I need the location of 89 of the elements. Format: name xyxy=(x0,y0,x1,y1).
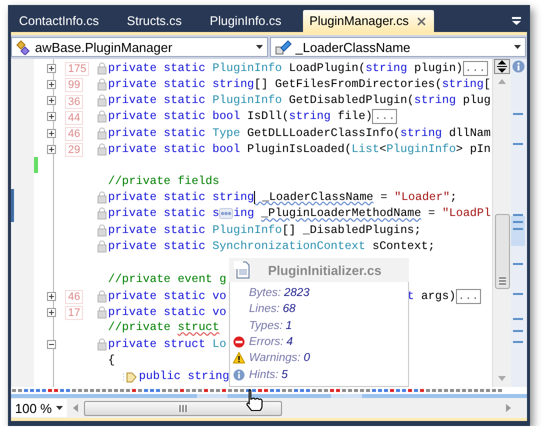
code-line: private static Type GetDLLLoaderClassInfo(string dllNam xyxy=(108,126,491,140)
file-stat: Warnings: 0 xyxy=(249,352,310,364)
code-line: private static string xyxy=(108,191,254,204)
code-line: private static bool PluginIsLoaded(List<PluginInfo> pIn xyxy=(108,142,491,156)
code-line: //private fields xyxy=(108,174,220,188)
expand-icon[interactable] xyxy=(47,80,56,89)
file-stat: Errors: 4 xyxy=(249,336,293,348)
caret-icon xyxy=(256,45,262,49)
collapsed-code-button[interactable]: ... xyxy=(456,288,481,304)
file-stat: Hints: 5 xyxy=(249,368,288,381)
expand-icon[interactable] xyxy=(47,144,56,154)
code-line: //private struct xyxy=(108,321,220,334)
expand-icon[interactable] xyxy=(47,112,56,122)
info-icon[interactable] xyxy=(512,60,525,73)
usage-count: 175 xyxy=(65,62,90,76)
editor-tab[interactable]: ContactInfo.cs xyxy=(13,10,107,32)
collapsed-code-button[interactable]: ... xyxy=(372,109,398,124)
code-marker[interactable] xyxy=(513,221,523,223)
visible-range-marker xyxy=(511,216,525,246)
collapse-icon[interactable] xyxy=(47,340,56,349)
class-icon xyxy=(16,40,31,54)
code-marker[interactable] xyxy=(513,263,523,265)
expand-icon[interactable] xyxy=(47,292,56,301)
expand-icon[interactable] xyxy=(47,64,56,72)
code-marker[interactable] xyxy=(513,318,523,320)
dropdown-icon[interactable] xyxy=(512,17,521,25)
scroll-thumb[interactable] xyxy=(494,214,510,289)
code-line: //private event g xyxy=(108,272,226,286)
code-line: private static string[] GetFilesFromDirectories(string[ xyxy=(108,78,491,91)
usage-count: 44 xyxy=(65,110,84,125)
type-combo[interactable]: awBase.PluginManager xyxy=(11,37,268,57)
zoom-combo[interactable]: 100 % xyxy=(11,399,67,417)
usage-count: 29 xyxy=(65,143,84,158)
code-marker[interactable] xyxy=(513,113,523,115)
usage-count: 17 xyxy=(65,306,84,320)
code-line: private static PluginInfo LoadPlugin(string plugin) xyxy=(108,62,463,74)
close-icon[interactable] xyxy=(416,16,426,26)
code-line: private static vo xyxy=(108,290,226,303)
code-line: private static PluginInfo[] _DisabledPlugins; xyxy=(108,224,422,237)
code-line: { xyxy=(108,354,115,367)
code-line: private static bool IsDll(string file) xyxy=(108,110,372,124)
file-stat: Lines: 68 xyxy=(249,303,296,316)
vertical-scrollbar[interactable] xyxy=(492,59,511,387)
caret-icon xyxy=(514,45,521,49)
scroll-down-icon[interactable] xyxy=(498,376,506,381)
code-line: private static vo xyxy=(108,306,226,319)
file-stat: Types: 1 xyxy=(249,320,292,332)
code-marker[interactable] xyxy=(513,330,523,332)
split-icon[interactable] xyxy=(494,59,510,74)
scroll-left-icon[interactable] xyxy=(73,404,78,412)
info-icon xyxy=(233,368,245,381)
editor-tab[interactable]: Structs.cs xyxy=(120,10,190,32)
code-marker[interactable] xyxy=(513,214,523,216)
csharp-file-icon xyxy=(234,261,250,279)
code-line: private static PluginInfo GetDisabledPlugin(string plug xyxy=(108,94,491,108)
expand-icon[interactable] xyxy=(47,96,56,106)
collapsed-code-button[interactable]: ... xyxy=(462,60,488,76)
code-line: private static SynchronizationContext sContext; xyxy=(108,240,436,253)
warning-icon xyxy=(233,352,245,364)
code-marker[interactable] xyxy=(513,143,523,145)
caret-icon xyxy=(56,406,63,410)
expand-icon[interactable] xyxy=(47,128,56,138)
smart-tag-icon[interactable] xyxy=(219,208,234,220)
code-line: t args) xyxy=(407,290,456,303)
usage-count: 36 xyxy=(65,94,84,109)
horizontal-scroll-thumb[interactable] xyxy=(84,400,282,416)
scroll-up-icon[interactable] xyxy=(498,79,506,84)
code-line: _LoaderClassName = "Loader"; xyxy=(261,191,457,204)
expand-icon[interactable] xyxy=(47,308,56,317)
code-line: public string xyxy=(138,370,230,384)
code-line: ing _PluginLoaderMethodName = "LoadPl xyxy=(233,207,491,220)
text-cursor xyxy=(254,191,256,204)
file-stat: Bytes: 2823 xyxy=(249,287,310,300)
code-marker[interactable] xyxy=(513,228,523,230)
usage-count: 99 xyxy=(65,78,84,92)
scroll-right-icon[interactable] xyxy=(506,404,511,412)
grip-icon xyxy=(179,404,187,412)
code-line: private struct Lo xyxy=(108,338,226,351)
error-icon xyxy=(233,336,245,348)
field-icon xyxy=(274,40,292,54)
tooltip-title: PluginInitializer.cs xyxy=(268,262,382,278)
code-line: private static s xyxy=(108,207,220,220)
editor-tab[interactable]: PluginInfo.cs xyxy=(204,10,290,32)
usage-count: 46 xyxy=(65,290,84,304)
usage-count: 46 xyxy=(65,127,84,142)
code-marker[interactable] xyxy=(513,341,523,343)
member-combo[interactable]: _LoaderClassName xyxy=(270,37,526,57)
code-marker[interactable] xyxy=(513,293,523,295)
editor-tab[interactable]: PluginManager.cs xyxy=(303,10,434,32)
